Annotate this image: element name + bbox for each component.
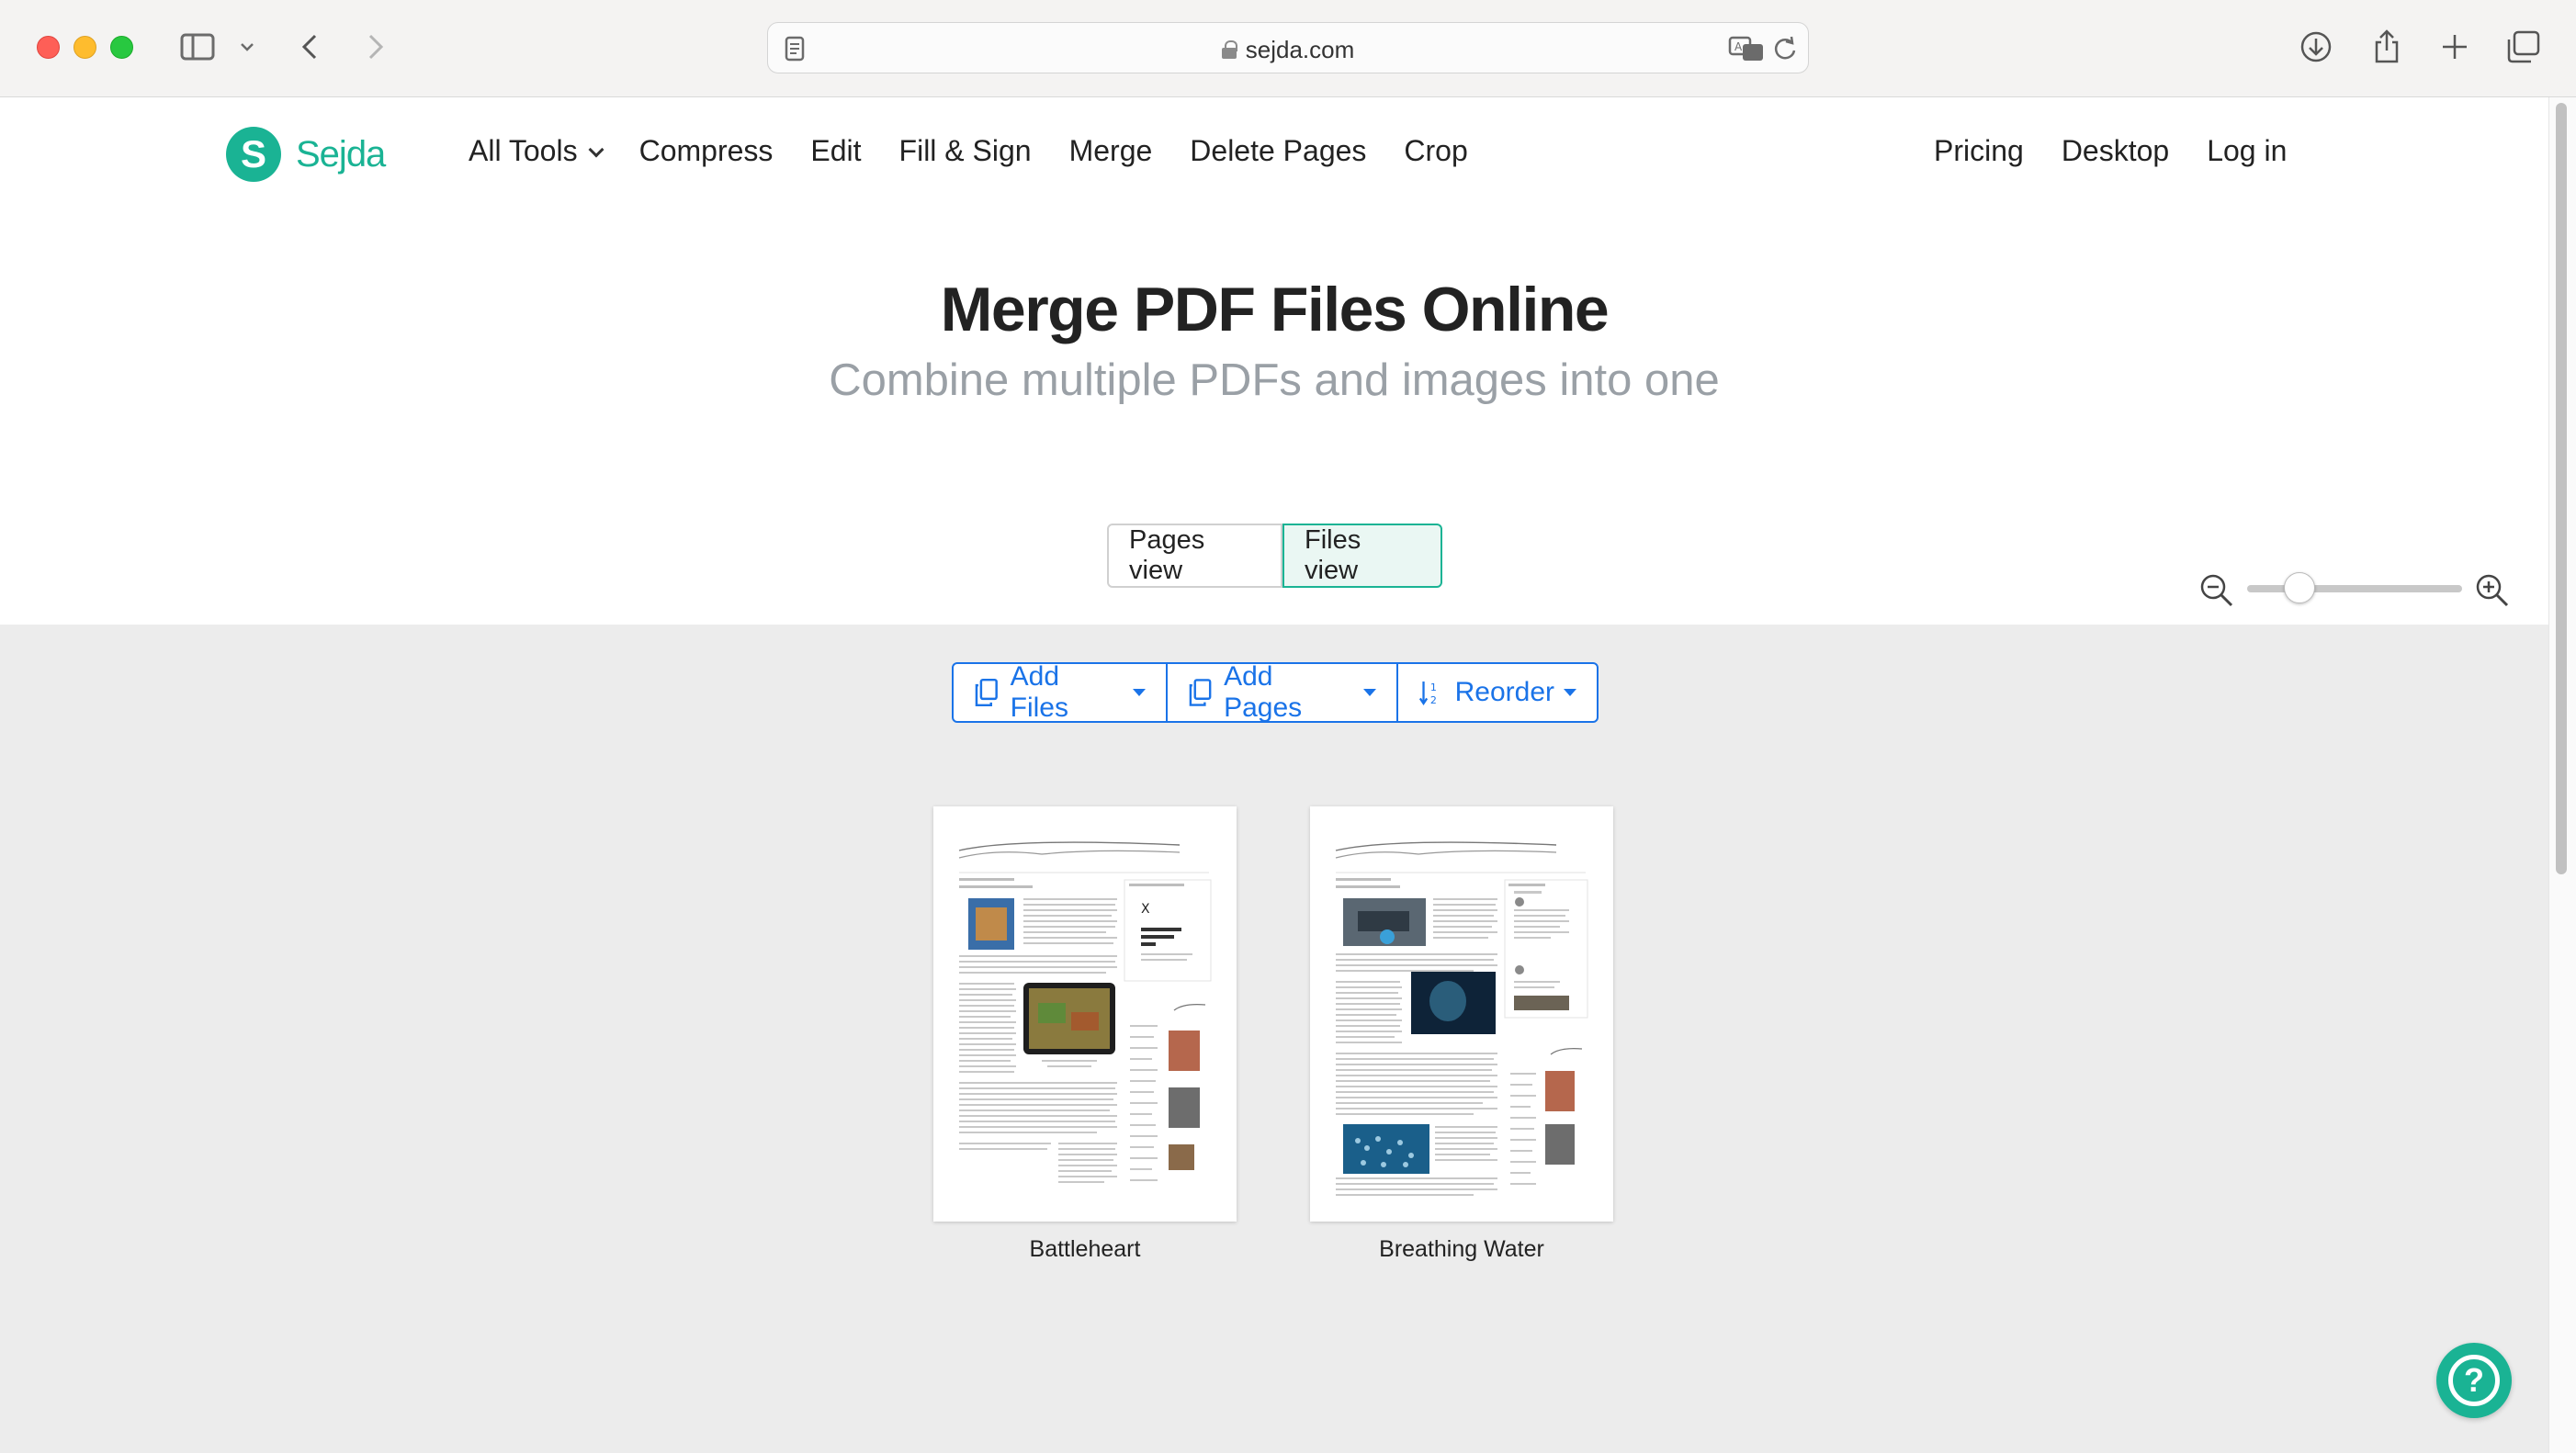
files-view-button[interactable]: Files view (1282, 524, 1442, 588)
nav-delete-pages[interactable]: Delete Pages (1190, 134, 1366, 168)
zoom-slider-knob[interactable] (2284, 572, 2315, 603)
logo-mark: S (226, 127, 281, 182)
pages-view-button[interactable]: Pages view (1107, 524, 1282, 588)
copy-icon (1189, 679, 1212, 706)
nav-fill-sign[interactable]: Fill & Sign (899, 134, 1032, 168)
new-tab-icon[interactable] (2438, 26, 2471, 68)
minimize-window-button[interactable] (73, 36, 96, 59)
add-files-label: Add Files (1010, 661, 1068, 723)
svg-text:1: 1 (1430, 681, 1437, 693)
translate-icon[interactable]: A (1728, 35, 1765, 67)
sejda-logo[interactable]: S Sejda (226, 127, 386, 182)
page-title: Merge PDF Files Online (940, 275, 1610, 344)
nav-all-tools[interactable]: All Tools (469, 134, 604, 168)
tab-overview-icon[interactable] (2504, 26, 2541, 68)
nav-edit[interactable]: Edit (810, 134, 861, 168)
url-text: sejda.com (768, 36, 1808, 64)
account-nav: Pricing Desktop Log in (1934, 134, 2324, 168)
zoom-out-icon[interactable] (2199, 573, 2234, 613)
url-value: sejda.com (1245, 36, 1355, 63)
svg-text:2: 2 (1430, 694, 1437, 706)
pdf-page-preview: X (958, 841, 1212, 1183)
page-subtitle: Combine multiple PDFs and images into on… (829, 355, 1720, 405)
address-bar[interactable]: sejda.com A (767, 22, 1809, 73)
download-icon[interactable] (2299, 26, 2333, 68)
svg-text:X: X (1141, 902, 1150, 917)
nav-login[interactable]: Log in (2207, 134, 2287, 168)
main-nav: All Tools Compress Edit Fill & Sign Merg… (469, 134, 1506, 168)
zoom-slider[interactable] (2247, 585, 2462, 592)
add-pages-button[interactable]: Add Pages (1168, 661, 1398, 723)
file-name: Battleheart (1029, 1236, 1141, 1262)
sort-icon: 12 (1418, 681, 1437, 706)
copy-icon (975, 678, 998, 707)
workspace-area (0, 625, 2548, 1453)
nav-compress[interactable]: Compress (639, 134, 774, 168)
browser-toolbar: sejda.com A (0, 0, 2576, 97)
reorder-button[interactable]: 12 Reorder (1398, 664, 1597, 721)
pdf-page-preview (1335, 841, 1588, 1196)
zoom-window-button[interactable] (110, 36, 133, 59)
merge-toolbar: Add Files Add Pages 12 Reorder (952, 661, 1599, 723)
add-files-button[interactable]: Add Files (954, 661, 1168, 723)
question-mark-icon: ? (2448, 1355, 2500, 1406)
file-card[interactable]: Breathing Water (1310, 806, 1613, 1263)
logo-text: Sejda (296, 133, 386, 175)
sidebar-icon[interactable] (176, 26, 219, 68)
add-pages-label: Add Pages (1224, 661, 1303, 723)
back-icon[interactable] (296, 26, 323, 68)
scrollbar-thumb[interactable] (2556, 103, 2567, 874)
lock-icon (1221, 40, 1237, 59)
forward-icon[interactable] (362, 26, 390, 68)
share-icon[interactable] (2370, 26, 2403, 68)
zoom-control (2199, 569, 2512, 610)
nav-desktop[interactable]: Desktop (2062, 134, 2169, 168)
file-thumbnail[interactable] (1310, 806, 1613, 1222)
nav-pricing[interactable]: Pricing (1934, 134, 2024, 168)
zoom-in-icon[interactable] (2475, 573, 2510, 613)
caret-down-icon (1363, 689, 1376, 696)
reorder-label: Reorder (1454, 677, 1554, 707)
svg-text:A: A (1734, 40, 1743, 53)
chevron-down-icon[interactable] (235, 26, 259, 68)
help-chat-button[interactable]: ? (2436, 1343, 2512, 1418)
file-name: Breathing Water (1379, 1236, 1544, 1262)
view-toggle: Pages view Files view (1107, 524, 1442, 588)
nav-merge[interactable]: Merge (1069, 134, 1153, 168)
caret-down-icon (1564, 689, 1576, 696)
chevron-down-icon (588, 141, 604, 158)
nav-all-tools-label: All Tools (469, 134, 578, 167)
file-card[interactable]: X Battleheart (933, 806, 1237, 1263)
reload-icon[interactable] (1773, 36, 1797, 66)
caret-down-icon (1133, 689, 1146, 696)
file-thumbnail[interactable]: X (933, 806, 1237, 1222)
nav-crop[interactable]: Crop (1404, 134, 1467, 168)
close-window-button[interactable] (37, 36, 60, 59)
